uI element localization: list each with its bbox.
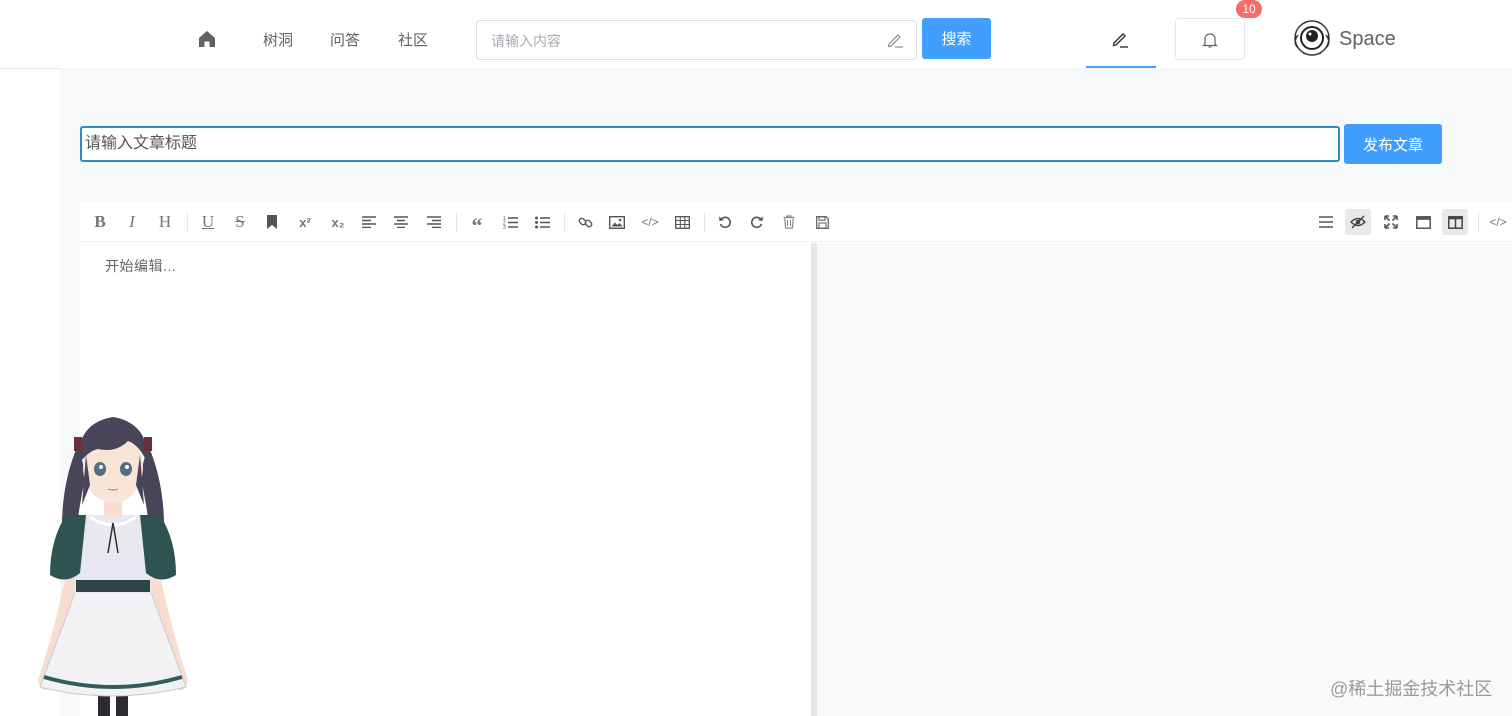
header-icon[interactable]: H [152, 209, 178, 235]
toolbar-divider [704, 212, 705, 232]
toolbar-divider [187, 212, 188, 232]
subscript-icon[interactable]: x₂ [325, 209, 351, 235]
code-icon[interactable]: </> [637, 209, 663, 235]
superscript-icon[interactable]: x² [292, 209, 318, 235]
navigation-icon[interactable] [1313, 209, 1339, 235]
preview-toggle-icon[interactable] [1345, 209, 1371, 235]
pen-icon[interactable] [885, 30, 905, 50]
bell-icon [1202, 33, 1218, 48]
search-box [476, 20, 917, 60]
search-button[interactable]: 搜索 [922, 18, 991, 59]
markdown-editor: B I H U S x² x₂ “ 123 </> </> 开始编辑... [80, 201, 1512, 716]
underline-icon[interactable]: U [195, 209, 221, 235]
editor-preview-pane [817, 243, 1512, 716]
trash-icon[interactable] [776, 209, 802, 235]
pen-icon [1112, 33, 1128, 48]
toolbar-divider [456, 212, 457, 232]
svg-text:3: 3 [503, 225, 506, 229]
home-icon[interactable] [196, 28, 218, 50]
undo-icon[interactable] [712, 209, 738, 235]
table-icon[interactable] [669, 209, 695, 235]
italic-icon[interactable]: I [119, 209, 145, 235]
subfield-icon[interactable] [1442, 209, 1468, 235]
notification-button[interactable] [1175, 18, 1245, 60]
top-navbar: 树洞 问答 社区 搜索 10 Space [0, 0, 1512, 68]
fullscreen-icon[interactable] [1378, 209, 1404, 235]
editor-placeholder: 开始编辑... [105, 258, 177, 274]
anime-girl-mascot[interactable] [16, 405, 206, 716]
read-mode-icon[interactable] [1410, 209, 1436, 235]
bold-icon[interactable]: B [87, 209, 113, 235]
notification-badge: 10 [1236, 0, 1262, 18]
quote-icon[interactable]: “ [464, 209, 490, 238]
user-name[interactable]: Space [1339, 28, 1396, 51]
nav-link-qa[interactable]: 问答 [330, 29, 360, 50]
toolbar-divider [1478, 212, 1479, 232]
publish-article-button[interactable]: 发布文章 [1344, 124, 1442, 164]
html-code-icon[interactable]: </> [1485, 209, 1511, 235]
align-right-icon[interactable] [421, 209, 447, 235]
watermark: @稀土掘金技术社区 [1330, 679, 1493, 699]
strikethrough-icon[interactable]: S [227, 209, 253, 235]
avatar[interactable] [1289, 17, 1335, 59]
align-left-icon[interactable] [356, 209, 382, 235]
toolbar-divider [564, 212, 565, 232]
save-icon[interactable] [809, 209, 835, 235]
image-icon[interactable] [604, 209, 630, 235]
ordered-list-icon[interactable]: 123 [497, 209, 523, 235]
nav-link-treehole[interactable]: 树洞 [263, 29, 293, 50]
article-title-input[interactable] [80, 126, 1340, 162]
align-center-icon[interactable] [388, 209, 414, 235]
nav-link-community[interactable]: 社区 [398, 29, 428, 50]
link-icon[interactable] [572, 209, 598, 235]
redo-icon[interactable] [744, 209, 770, 235]
unordered-list-icon[interactable] [529, 209, 555, 235]
editor-toolbar: B I H U S x² x₂ “ 123 </> </> [80, 201, 1512, 242]
write-article-tab[interactable] [1086, 0, 1156, 68]
search-input[interactable] [491, 30, 871, 52]
mark-icon[interactable] [259, 209, 285, 235]
